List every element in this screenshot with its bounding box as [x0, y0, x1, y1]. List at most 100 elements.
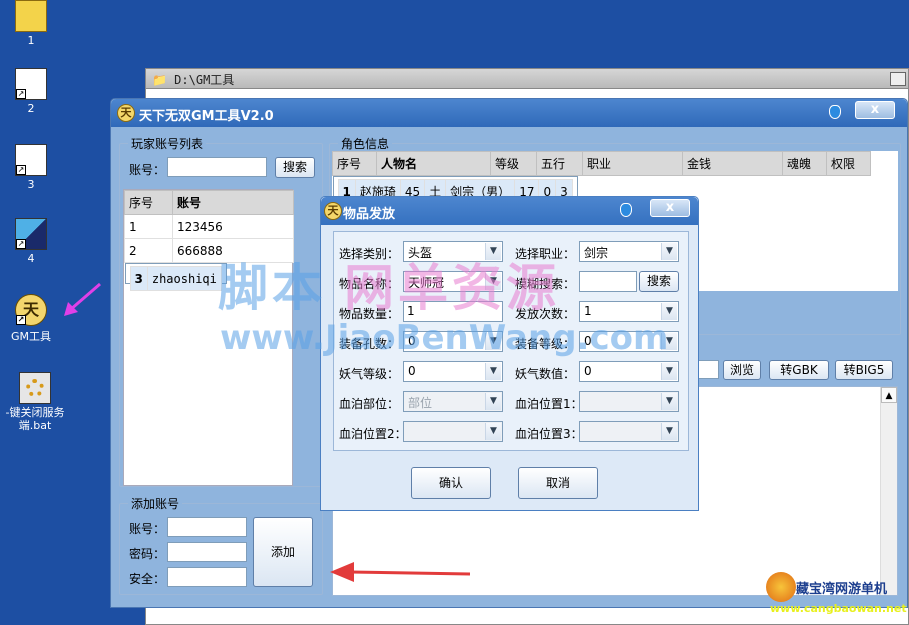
- browse-button[interactable]: 浏览: [723, 360, 761, 380]
- gm-tool-icon: 天 ↗: [15, 294, 47, 326]
- fuzzy-search-label: 模糊搜索：: [515, 277, 576, 291]
- role-table: 序号 人物名 等级 五行 职业 金钱 魂魄 权限 1 赵施琦 45 土 剑宗（男…: [332, 151, 871, 204]
- job-label: 选择职业：: [515, 247, 576, 261]
- column-header[interactable]: 权限: [826, 151, 871, 176]
- logo-name: 藏宝湾网游单机: [796, 582, 888, 597]
- new-account-input[interactable]: [167, 517, 247, 537]
- security-label: 安全：: [129, 572, 166, 586]
- yaoqi-value-label: 妖气数值：: [515, 367, 576, 381]
- item-name-value: 天师冠: [408, 276, 445, 290]
- desktop-icon-2[interactable]: ↗ 2: [0, 68, 62, 115]
- desktop-icon-gm-tool[interactable]: 天 ↗ GM工具: [0, 294, 62, 344]
- chevron-down-icon: ▼: [485, 423, 501, 440]
- close-button[interactable]: x: [855, 101, 895, 119]
- column-header[interactable]: 人物名: [376, 151, 491, 176]
- chevron-down-icon: ▼: [661, 363, 677, 380]
- help-icon[interactable]: [829, 105, 841, 119]
- desktop-icon-bat[interactable]: -键关闭服务 端.bat: [0, 372, 70, 432]
- desktop-icon-label: 4: [27, 252, 35, 265]
- blood-pos3-label: 血泊位置3：: [515, 427, 583, 441]
- blood-part-value: 部位: [408, 396, 433, 410]
- column-header[interactable]: 序号: [332, 151, 377, 176]
- job-select[interactable]: 剑宗 ▼: [579, 241, 679, 262]
- column-header[interactable]: 职业: [582, 151, 683, 176]
- chevron-down-icon: ▼: [661, 303, 677, 320]
- holes-select[interactable]: 0 ▼: [403, 331, 503, 352]
- account-search-button[interactable]: 搜索: [275, 157, 315, 178]
- add-account-button[interactable]: 添加: [253, 517, 313, 587]
- account-search-input[interactable]: [167, 157, 267, 177]
- desktop-icon-1[interactable]: 1: [0, 0, 62, 47]
- blood-pos1-select[interactable]: ▼: [579, 391, 679, 412]
- convert-big5-button[interactable]: 转BIG5: [835, 360, 893, 380]
- table-row[interactable]: 1 赵施琦 45 土 剑宗（男） 17 0 3: [332, 176, 578, 204]
- cell-account: 666888: [172, 238, 294, 263]
- confirm-button[interactable]: 确认: [411, 467, 491, 499]
- column-header[interactable]: 账号: [172, 190, 294, 215]
- gm-window-title-bar: 天 天下无双GM工具V2.0 x: [111, 99, 907, 127]
- scroll-up-icon[interactable]: ▲: [881, 387, 897, 403]
- barcode-icon: ↗: [15, 68, 47, 100]
- column-header[interactable]: 五行: [536, 151, 583, 176]
- holes-value: 0: [408, 334, 416, 348]
- app-logo-icon: 天: [117, 104, 135, 122]
- chevron-down-icon: ▼: [661, 423, 677, 440]
- dialog-title: 物品发放: [343, 207, 396, 222]
- blood-part-label: 血泊部位：: [339, 397, 400, 411]
- blood-part-select[interactable]: 部位 ▼: [403, 391, 503, 412]
- desktop-icon-3[interactable]: ↗ 3: [0, 144, 62, 191]
- desktop-icon-label: 2: [27, 102, 35, 115]
- convert-gbk-button[interactable]: 转GBK: [769, 360, 829, 380]
- chevron-down-icon: ▼: [485, 243, 501, 260]
- blood-pos3-select[interactable]: ▼: [579, 421, 679, 442]
- table-row[interactable]: 2 666888: [124, 238, 294, 263]
- times-select[interactable]: 1 ▼: [579, 301, 679, 322]
- cell-no: 3: [129, 266, 148, 291]
- fuzzy-search-button[interactable]: 搜索: [639, 271, 679, 292]
- item-name-select[interactable]: 天师冠 ▼: [403, 271, 503, 292]
- yaoqi-level-select[interactable]: 0 ▼: [403, 361, 503, 382]
- pointer-arrow-magenta: [64, 282, 101, 316]
- player-list-legend: 玩家账号列表: [131, 137, 204, 151]
- explorer-path: D:\GM工具: [174, 73, 235, 87]
- times-label: 发放次数：: [515, 307, 576, 321]
- column-header[interactable]: 等级: [490, 151, 537, 176]
- desktop-icon-4[interactable]: ↗ 4: [0, 218, 62, 265]
- column-header[interactable]: 金钱: [682, 151, 783, 176]
- column-header[interactable]: 魂魄: [782, 151, 827, 176]
- role-info-legend: 角色信息: [341, 137, 390, 151]
- blood-pos2-select[interactable]: ▼: [403, 421, 503, 442]
- chevron-down-icon: ▼: [661, 243, 677, 260]
- times-value: 1: [584, 304, 592, 318]
- cell-account: 123456: [172, 214, 294, 239]
- help-icon[interactable]: [620, 203, 632, 217]
- desktop-icon-label: GM工具: [10, 330, 51, 343]
- table-row[interactable]: 3 zhaoshiqi: [124, 263, 227, 291]
- desktop-icon-label: -键关闭服务 端.bat: [5, 406, 65, 432]
- yaoqi-level-label: 妖气等级：: [339, 367, 400, 381]
- log-scrollbar[interactable]: ▲: [880, 387, 897, 595]
- password-label: 密码：: [129, 547, 166, 561]
- quantity-input[interactable]: 1: [403, 301, 503, 322]
- item-dispatch-dialog: 天 物品发放 x 选择类别： 头盔 ▼ 选择职业： 剑宗 ▼ 物品名称： 天师冠 ▼ …: [320, 196, 699, 511]
- minimize-button[interactable]: [890, 72, 906, 86]
- cancel-button[interactable]: 取消: [518, 467, 598, 499]
- password-input[interactable]: [167, 542, 247, 562]
- equip-level-select[interactable]: 0 ▼: [579, 331, 679, 352]
- chevron-down-icon: ▼: [661, 333, 677, 350]
- table-row[interactable]: 1 123456: [124, 214, 294, 239]
- fuzzy-search-input[interactable]: [579, 271, 637, 292]
- account-search-label: 账号：: [129, 163, 166, 177]
- player-table: 序号 账号 1 123456 2 666888 3 zhaoshiqi: [124, 190, 294, 291]
- yaoqi-value-select[interactable]: 0 ▼: [579, 361, 679, 382]
- dialog-close-button[interactable]: x: [650, 199, 690, 217]
- column-header[interactable]: 序号: [124, 190, 173, 215]
- yaoqi-value-value: 0: [584, 364, 592, 378]
- player-table-area: 序号 账号 1 123456 2 666888 3 zhaoshiqi: [123, 189, 294, 486]
- chevron-down-icon: ▼: [485, 363, 501, 380]
- category-select[interactable]: 头盔 ▼: [403, 241, 503, 262]
- app-icon: [15, 0, 47, 32]
- security-input[interactable]: [167, 567, 247, 587]
- holes-label: 装备孔数：: [339, 337, 400, 351]
- corner-logo: 藏宝湾网游单机 www.cangbaowan.net: [764, 568, 909, 625]
